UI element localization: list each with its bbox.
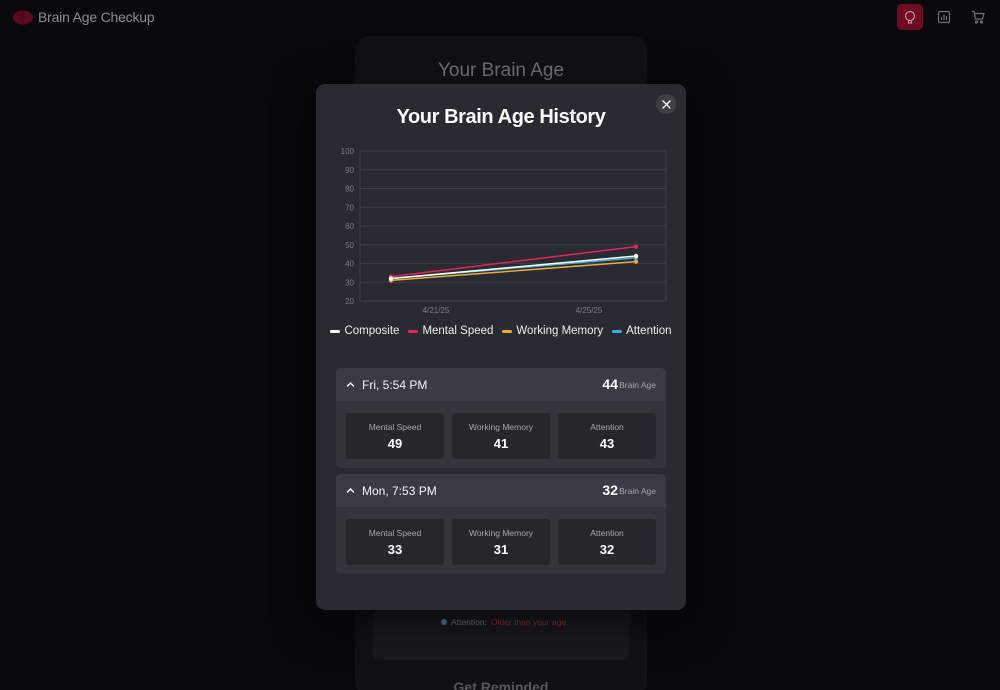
chart-nav-button[interactable] [931,4,957,30]
close-icon [661,99,671,109]
background-attention-row: Attention: Older than your age [441,617,566,627]
legend-item[interactable]: Working Memory [502,325,603,337]
chart-legend: Composite Mental Speed Working Memory Atten… [316,325,686,337]
metric-value: 41 [493,436,509,451]
session-date: Fri, 5:54 PM [362,378,428,392]
metric-card-attention: Attention 32 [558,519,656,565]
legend-label: Mental Speed [422,325,494,337]
brain-nav-button[interactable] [897,4,923,30]
metric-card-mental-speed: Mental Speed 49 [346,413,444,459]
cart-nav-button[interactable] [965,4,991,30]
legend-item[interactable]: Mental Speed [408,325,493,337]
session-header[interactable]: Mon, 7:53 PM 32 Brain Age [336,474,666,507]
background-attention-status: Older than your age [490,617,567,627]
legend-swatch [612,329,623,333]
app-title[interactable]: Brain Age Checkup [38,9,155,25]
y-tick-label: 100 [341,147,355,156]
session-metrics: Mental Speed 49 Working Memory 41 Attent… [346,413,656,459]
legend-label: Composite [344,325,400,337]
background-page-title: Your Brain Age [437,60,565,81]
y-tick-label: 90 [345,166,354,175]
series-line-working-memory [390,260,637,282]
brain-logo-icon [13,10,33,25]
history-line-chart: 100 90 80 70 60 50 40 30 20 4/21/25 4/25/25 [341,147,667,315]
metric-card-mental-speed: Mental Speed 33 [346,519,444,565]
metric-label: Mental Speed [368,422,422,432]
x-tick-label: 4/25/25 [576,306,603,315]
session-date: Mon, 7:53 PM [362,484,437,498]
session-brain-age: 44 [602,376,618,392]
session-card: Fri, 5:54 PM 44 Brain Age Mental Speed 4… [336,368,666,468]
x-tick-label: 4/21/25 [423,306,450,315]
legend-label: Working Memory [516,325,604,337]
attention-dot-icon [441,619,447,625]
chart-icon [937,10,951,24]
app-header: Brain Age Checkup [0,0,1000,36]
session-metrics: Mental Speed 33 Working Memory 31 Attent… [346,519,656,565]
legend-item[interactable]: Attention [612,325,672,337]
history-chart: 100 90 80 70 60 50 40 30 20 4/21/25 4/25/25 [336,147,676,324]
modal-title: Your Brain Age History [396,106,606,128]
metric-value: 49 [387,436,403,451]
series-line-composite [390,255,637,280]
brain-icon [904,10,916,24]
y-tick-label: 30 [345,278,354,287]
metric-value: 33 [387,542,403,557]
metric-value: 31 [493,542,509,557]
metric-card-attention: Attention 43 [558,413,656,459]
metric-card-working-memory: Working Memory 31 [452,519,550,565]
data-point-composite [388,276,394,281]
data-point-working-memory [633,259,639,264]
legend-swatch [502,329,513,333]
y-tick-label: 40 [345,260,354,269]
metric-label: Mental Speed [368,528,422,538]
data-point-mental-speed [633,244,639,249]
y-tick-label: 70 [345,203,354,212]
y-tick-label: 80 [345,185,354,194]
metric-card-working-memory: Working Memory 41 [452,413,550,459]
legend-label: Attention [626,325,672,337]
metric-value: 43 [599,436,615,451]
legend-item[interactable]: Composite [330,325,399,337]
metric-label: Attention [590,528,624,538]
cart-icon [972,10,985,24]
close-button[interactable] [656,94,676,114]
metric-label: Working Memory [468,422,534,432]
chevron-up-icon [346,382,355,387]
session-brain-age-label: Brain Age [619,380,656,390]
chevron-up-icon [346,488,355,493]
session-brain-age: 32 [602,482,618,498]
background-attention-label: Attention: [451,617,487,627]
y-tick-label: 50 [345,241,354,250]
background-reminded-heading: Get Reminded [453,679,549,690]
y-tick-label: 20 [345,297,354,306]
session-header[interactable]: Fri, 5:54 PM 44 Brain Age [336,368,666,401]
session-brain-age-label: Brain Age [619,486,656,496]
brain-age-history-modal: Your Brain Age History 100 90 80 70 60 50 40 30… [316,84,686,610]
metric-label: Working Memory [468,528,534,538]
metric-value: 32 [599,542,615,557]
legend-swatch [330,329,341,333]
legend-swatch [408,329,419,333]
data-point-composite [633,253,639,259]
session-card: Mon, 7:53 PM 32 Brain Age Mental Speed 3… [336,474,666,574]
metric-label: Attention [590,422,624,432]
y-tick-label: 60 [345,222,354,231]
